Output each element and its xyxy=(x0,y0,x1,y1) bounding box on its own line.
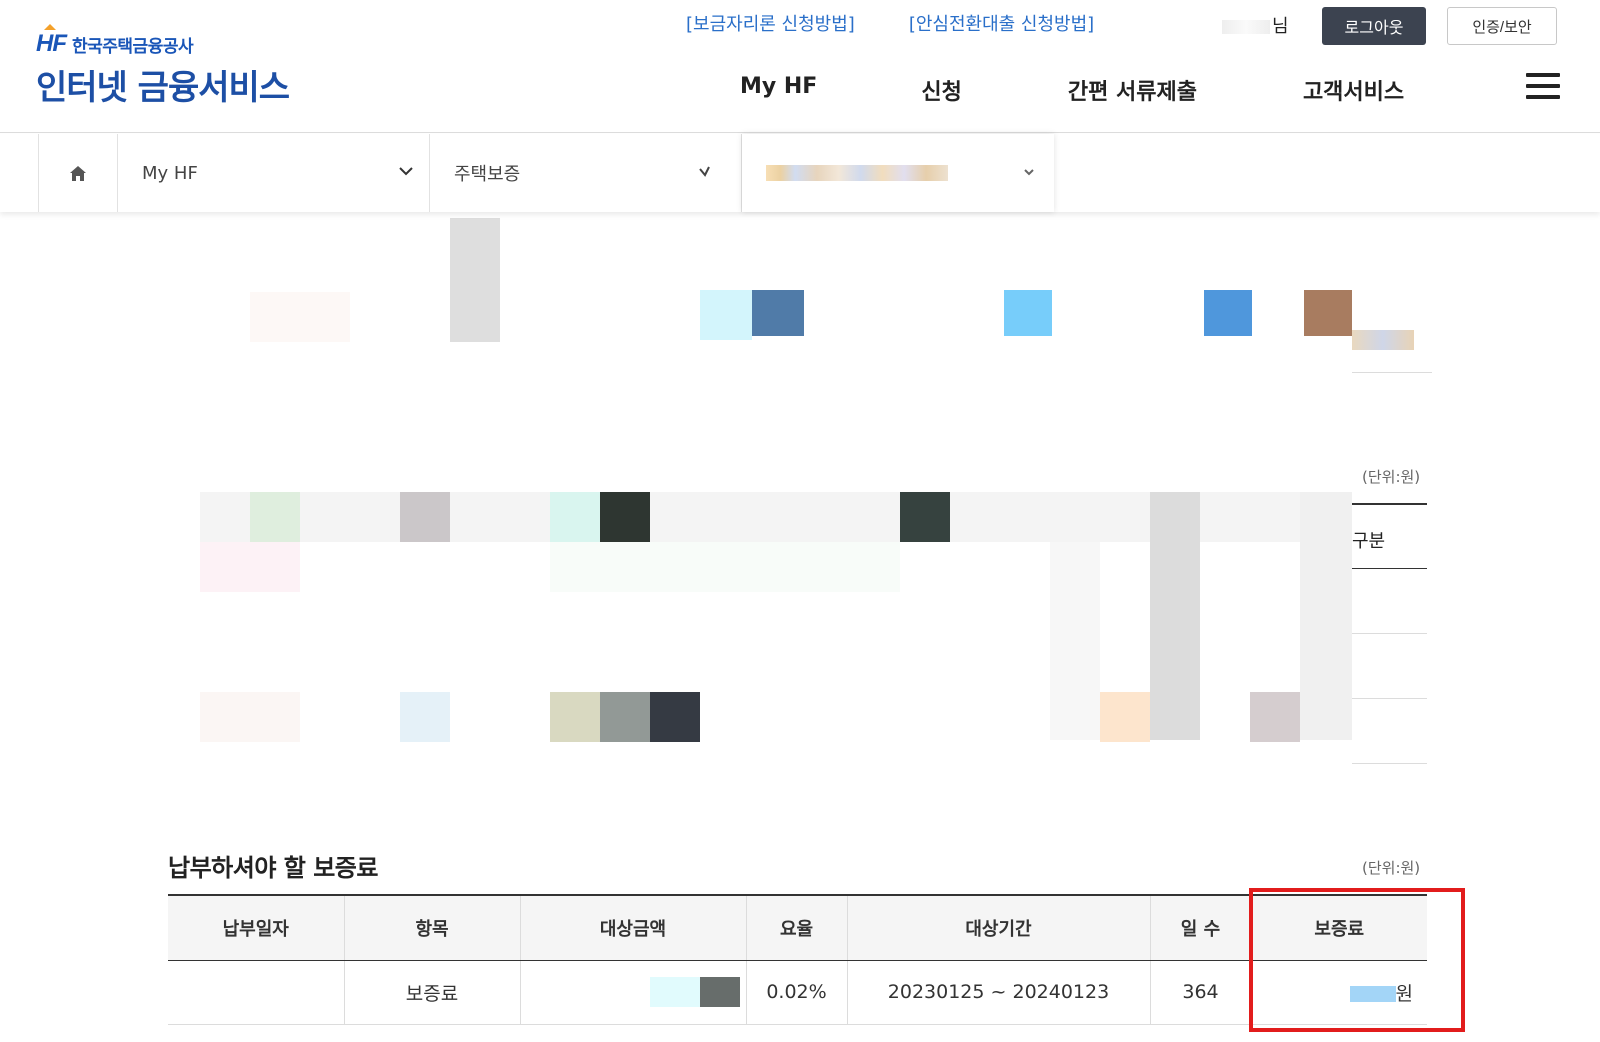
table-header-row: 납부일자 항목 대상금액 요율 대상기간 일 수 보증료 xyxy=(168,894,1427,961)
masked-block xyxy=(1100,692,1150,742)
period-cell: 20230125 ~ 20240123 xyxy=(847,960,1151,1025)
table-row: 보증료 0.02% 20230125 ~ 20240123 364 원 xyxy=(168,960,1427,1025)
masked-block xyxy=(550,492,600,542)
masked-block xyxy=(1204,290,1252,336)
nav-my-hf[interactable]: My HF xyxy=(740,74,817,106)
user-greeting: 님 xyxy=(1222,12,1289,38)
masked-block xyxy=(400,692,450,742)
column-header-fragment: 구분 xyxy=(1352,531,1386,552)
masked-username xyxy=(1222,20,1270,34)
days-cell: 364 xyxy=(1150,960,1252,1025)
nav-customer-service[interactable]: 고객서비스 xyxy=(1303,74,1404,106)
column-header: 일 수 xyxy=(1150,894,1252,961)
auth-security-button[interactable]: 인증/보안 xyxy=(1447,7,1557,45)
breadcrumb-level1[interactable]: My HF xyxy=(118,134,430,212)
masked-block xyxy=(650,692,700,742)
payment-date-cell xyxy=(168,960,345,1025)
item-cell: 보증료 xyxy=(344,960,521,1025)
home-button[interactable] xyxy=(38,134,118,212)
hf-logo-icon: HF xyxy=(36,24,67,58)
masked-value xyxy=(699,977,740,1007)
masked-block xyxy=(450,218,500,342)
masked-block xyxy=(600,492,650,542)
masked-block xyxy=(1250,692,1300,742)
masked-block xyxy=(250,492,300,542)
breadcrumb-level3[interactable] xyxy=(742,134,1054,212)
divider xyxy=(1352,372,1432,373)
masked-value xyxy=(1349,986,1396,1002)
table-top-border xyxy=(1352,503,1427,505)
service-title[interactable]: 인터넷 금융서비스 xyxy=(36,60,290,109)
upper-unit-label: (단위:원) xyxy=(1362,468,1421,486)
site-header: HF 한국주택금융공사 인터넷 금융서비스 [보금자리론 신청방법] [안심전환… xyxy=(0,0,1600,133)
fee-unit-label: (단위:원) xyxy=(1362,859,1421,877)
masked-block xyxy=(900,492,950,542)
breadcrumb: My HF 주택보증 xyxy=(0,134,1600,212)
masked-block xyxy=(200,542,300,592)
bogeumjari-guide-link[interactable]: [보금자리론 신청방법] xyxy=(686,10,855,36)
nav-document-submit[interactable]: 간편 서류제출 xyxy=(1068,74,1197,106)
masked-block xyxy=(700,290,752,340)
main-nav: My HF 신청 간편 서류제출 고객서비스 xyxy=(740,74,1404,106)
masked-block xyxy=(550,542,900,592)
masked-value xyxy=(649,977,700,1007)
section-title: 납부하셔야 할 보증료 xyxy=(168,854,378,882)
org-name: 한국주택금융공사 xyxy=(72,36,194,57)
column-header: 항목 xyxy=(344,894,521,961)
chevron-down-icon xyxy=(1024,169,1034,176)
masked-block xyxy=(1150,492,1200,740)
fee-suffix: 원 xyxy=(1395,982,1413,1005)
column-header: 납부일자 xyxy=(168,894,345,961)
masked-block xyxy=(550,692,600,742)
chevron-down-icon xyxy=(699,166,710,177)
logo[interactable]: HF 한국주택금융공사 xyxy=(36,24,194,58)
divider xyxy=(1352,698,1427,699)
masked-block xyxy=(400,492,450,542)
masked-block xyxy=(200,692,300,742)
divider xyxy=(1352,763,1427,764)
column-header: 보증료 xyxy=(1251,894,1427,961)
masked-block xyxy=(600,692,650,742)
masked-block xyxy=(250,292,350,342)
user-suffix: 님 xyxy=(1272,16,1289,37)
fee-table: 납부일자 항목 대상금액 요율 대상기간 일 수 보증료 보증료 0.02% 2… xyxy=(168,894,1427,1025)
breadcrumb-level2-label: 주택보증 xyxy=(454,164,521,185)
logout-button[interactable]: 로그아웃 xyxy=(1322,7,1426,45)
nav-apply[interactable]: 신청 xyxy=(921,74,961,106)
masked-block xyxy=(752,290,804,336)
ansim-guide-link[interactable]: [안심전환대출 신청방법] xyxy=(909,10,1094,36)
masked-block xyxy=(1004,290,1052,336)
fee-cell: 원 xyxy=(1251,960,1427,1025)
column-header: 대상기간 xyxy=(847,894,1151,961)
breadcrumb-level2[interactable]: 주택보증 xyxy=(430,134,742,212)
masked-breadcrumb-label xyxy=(766,165,948,181)
rate-cell: 0.02% xyxy=(746,960,848,1025)
divider xyxy=(1352,633,1427,634)
menu-icon[interactable] xyxy=(1526,73,1560,101)
masked-block xyxy=(1304,290,1352,336)
breadcrumb-level1-label: My HF xyxy=(142,162,198,184)
target-amount-cell xyxy=(520,960,747,1025)
column-header: 대상금액 xyxy=(520,894,747,961)
divider xyxy=(1352,568,1427,569)
util-links: [보금자리론 신청방법] [안심전환대출 신청방법] xyxy=(686,10,1094,36)
masked-block xyxy=(1300,492,1352,740)
column-header: 요율 xyxy=(746,894,848,961)
home-icon xyxy=(70,165,86,181)
chevron-down-icon xyxy=(399,167,413,176)
masked-block xyxy=(1352,330,1414,350)
masked-block xyxy=(1050,542,1100,740)
